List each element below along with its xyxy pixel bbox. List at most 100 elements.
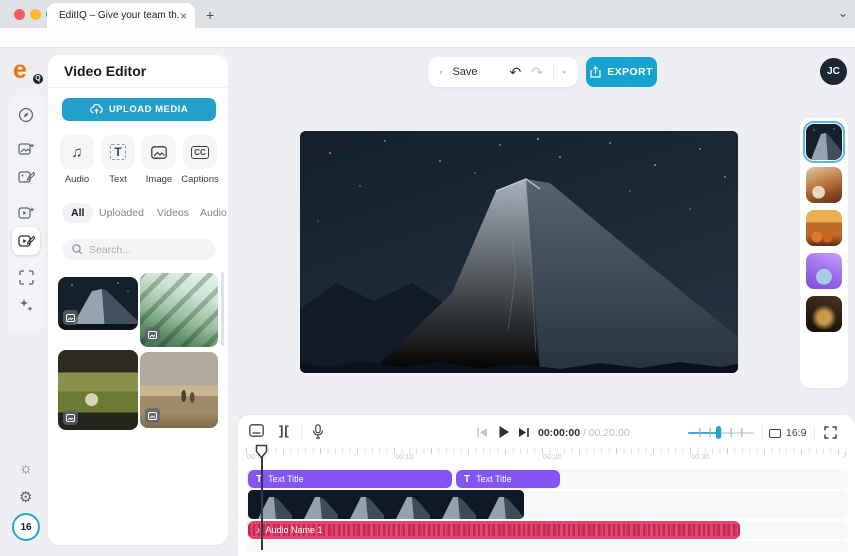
image-type-badge [145, 408, 160, 423]
ruler-label: 00:10 [395, 452, 414, 461]
ruler-label: 00:30 [691, 452, 710, 461]
tab-close-icon[interactable]: × [180, 9, 187, 23]
tool-audio-label: Audio [57, 174, 97, 185]
library-thumb-van[interactable] [58, 350, 138, 430]
timeline-divider [814, 426, 815, 440]
undo-icon[interactable]: ↶ [510, 64, 522, 81]
ruler-label: 00:20 [543, 452, 562, 461]
upload-media-label: UPLOAD MEDIA [109, 104, 188, 115]
user-avatar[interactable]: JC [820, 58, 847, 85]
scene-thumb-wizard[interactable] [806, 253, 842, 289]
tool-captions-label: Captions [180, 174, 220, 185]
microphone-icon[interactable] [312, 424, 324, 439]
save-icon[interactable] [440, 66, 442, 79]
scene-thumb-autumn[interactable] [806, 167, 842, 203]
tool-captions-button[interactable]: CC [183, 135, 217, 169]
tab-audio[interactable]: Audio [200, 207, 227, 219]
rail-item-image-editor[interactable] [12, 163, 40, 191]
skip-back-icon[interactable] [476, 427, 488, 438]
settings-gear-icon[interactable]: ⚙ [19, 488, 32, 506]
tool-text-button[interactable]: T [101, 135, 135, 169]
skip-forward-icon[interactable] [518, 427, 530, 438]
browser-tab[interactable]: EditIQ – Give your team th... × [47, 3, 195, 28]
tab-videos[interactable]: Videos [157, 207, 189, 219]
export-label: EXPORT [607, 66, 653, 78]
credits-count: 16 [20, 522, 31, 533]
video-clip[interactable] [248, 490, 524, 519]
tab-search-chevron-icon[interactable]: ⌄ [838, 6, 848, 20]
panel-scrollbar[interactable] [221, 272, 224, 346]
filmstrip-frame [248, 490, 294, 519]
rail-item-resize[interactable] [12, 263, 40, 291]
upload-cloud-icon [90, 104, 103, 115]
redo-icon[interactable]: ↷ [531, 64, 543, 81]
filmstrip-frame [294, 490, 340, 519]
timeline-zoom-slider[interactable] [688, 430, 754, 435]
scene-thumb-town[interactable] [806, 210, 842, 246]
avatar-initials: JC [827, 66, 840, 77]
video-preview[interactable] [300, 131, 738, 373]
window-close-button[interactable] [14, 9, 25, 20]
scene-thumb-treasure[interactable] [806, 296, 842, 332]
ruler-scroll-icon[interactable]: › [843, 449, 847, 461]
image-type-badge [63, 410, 78, 425]
tool-audio-button[interactable]: ♫ [60, 135, 94, 169]
playhead-line[interactable] [261, 447, 263, 550]
fullscreen-icon[interactable] [824, 426, 837, 439]
filmstrip-frame [478, 490, 524, 519]
image-icon [151, 146, 167, 159]
layers-icon[interactable] [563, 65, 566, 79]
panel-title: Video Editor [64, 63, 146, 79]
search-field[interactable] [62, 239, 216, 260]
credits-badge[interactable]: 16 [12, 513, 40, 541]
new-tab-button[interactable]: + [206, 7, 214, 23]
text-tool-icon: T [110, 144, 125, 160]
video-sparkle-icon [18, 205, 35, 221]
rail-item-ai-tools[interactable] [12, 291, 40, 319]
rail-item-video-editor[interactable] [12, 227, 40, 255]
tool-image-button[interactable] [142, 135, 176, 169]
play-icon[interactable] [498, 425, 510, 439]
audio-clip[interactable]: ♪ Audio Name 1 [248, 521, 740, 539]
video-edit-icon [18, 233, 35, 249]
image-edit-icon [18, 169, 35, 185]
text-clip-2[interactable]: T Text Title [456, 470, 560, 488]
add-scene-icon[interactable] [249, 424, 264, 437]
text-clip-1[interactable]: T Text Title [248, 470, 452, 488]
rail-item-ai-image[interactable] [12, 135, 40, 163]
text-clip-label: Text Title [268, 474, 304, 484]
library-thumb-couple-field[interactable] [140, 352, 218, 428]
image-sparkle-icon [18, 141, 35, 157]
timecode-display: 00:00:00 / 00:20:00 [538, 427, 630, 439]
search-icon [72, 244, 83, 255]
save-toolbar: Save ↶ ↷ [428, 57, 578, 87]
tool-text-label: Text [98, 174, 138, 185]
playhead-handle[interactable] [255, 444, 268, 459]
rail-item-ai-video[interactable] [12, 199, 40, 227]
scene-thumb-mountain[interactable] [806, 124, 842, 160]
text-clip-icon: T [464, 474, 470, 485]
aspect-ratio-button[interactable]: 16:9 [769, 427, 806, 439]
timeline-divider [762, 426, 763, 440]
library-thumb-mountain[interactable] [58, 277, 138, 330]
tab-all[interactable]: All [62, 203, 93, 223]
window-minimize-button[interactable] [30, 9, 41, 20]
timeline-divider [301, 426, 302, 440]
compass-icon [18, 107, 34, 123]
image-type-badge [145, 327, 160, 342]
captions-icon: CC [191, 146, 209, 159]
upload-media-button[interactable]: UPLOAD MEDIA [62, 98, 216, 121]
export-button[interactable]: EXPORT [586, 57, 657, 87]
split-clip-icon[interactable]: ][ [279, 423, 290, 438]
search-input[interactable] [89, 244, 199, 256]
zoom-slider-handle[interactable] [716, 426, 721, 439]
save-button[interactable]: Save [452, 66, 477, 78]
rail-item-discover[interactable] [12, 101, 40, 129]
filmstrip-frame [386, 490, 432, 519]
theme-toggle-sun-icon[interactable]: ☼ [19, 460, 33, 477]
tab-uploaded[interactable]: Uploaded [99, 207, 144, 219]
filmstrip-frame [432, 490, 478, 519]
library-thumb-palms[interactable] [140, 273, 218, 347]
aspect-rect-icon [769, 429, 781, 438]
image-type-badge [63, 310, 78, 325]
